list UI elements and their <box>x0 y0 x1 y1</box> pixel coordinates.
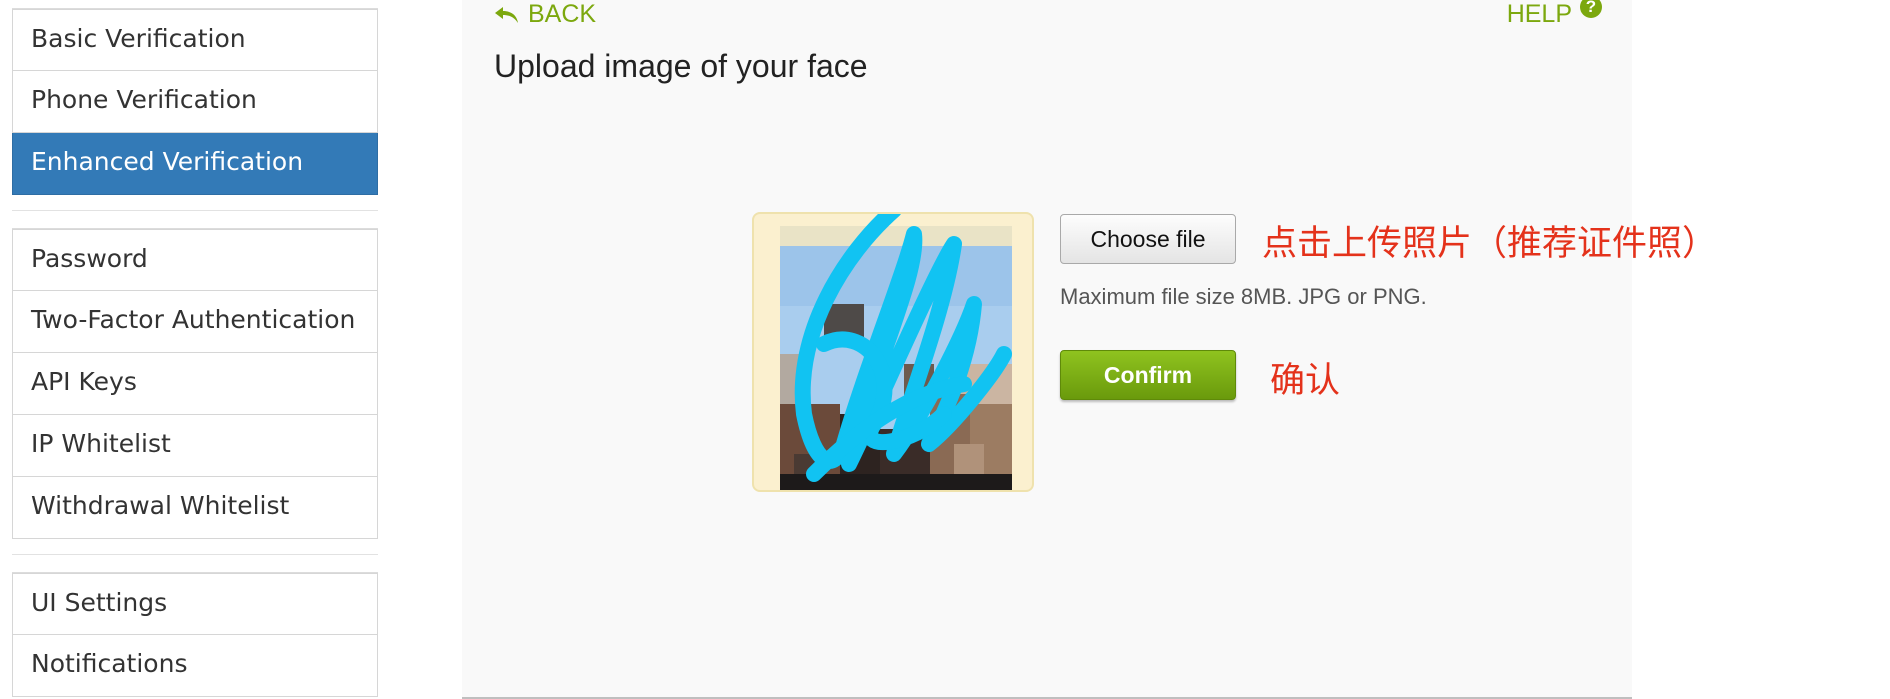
face-upload-panel: BACK HELP ? Upload image of your face Ch… <box>462 0 1717 699</box>
confirm-annotation: 确认 <box>1270 361 1341 401</box>
back-label: BACK <box>528 0 597 28</box>
choose-file-button[interactable]: Choose file <box>1060 214 1236 264</box>
settings-sidebar: Basic Verification Phone Verification En… <box>12 8 378 697</box>
face-photo-preview <box>752 212 1034 492</box>
help-label: HELP <box>1506 0 1572 28</box>
sidebar-item-api-keys[interactable]: API Keys <box>12 353 378 415</box>
security-nav-group: Password Two-Factor Authentication API K… <box>12 228 378 539</box>
confirm-button[interactable]: Confirm <box>1060 350 1236 400</box>
preferences-nav-group: UI Settings Notifications <box>12 572 378 697</box>
file-size-hint: Maximum file size 8MB. JPG or PNG. <box>1060 284 1427 309</box>
sidebar-item-two-factor-authentication[interactable]: Two-Factor Authentication <box>12 291 378 353</box>
sidebar-item-password[interactable]: Password <box>12 229 378 291</box>
upload-annotation: 点击上传照片（推荐证件照） <box>1262 224 1718 264</box>
sidebar-item-basic-verification[interactable]: Basic Verification <box>12 9 378 71</box>
question-circle-icon: ? <box>1580 0 1602 18</box>
help-link[interactable]: HELP ? <box>1507 0 1602 29</box>
back-link[interactable]: BACK <box>494 0 596 29</box>
sidebar-item-withdrawal-whitelist[interactable]: Withdrawal Whitelist <box>12 477 378 539</box>
sidebar-item-ui-settings[interactable]: UI Settings <box>12 573 378 635</box>
sidebar-divider <box>12 539 378 572</box>
sidebar-item-notifications[interactable]: Notifications <box>12 635 378 697</box>
page-title: Upload image of your face <box>494 48 868 84</box>
face-photo-image <box>780 214 1012 490</box>
sidebar-item-phone-verification[interactable]: Phone Verification <box>12 71 378 133</box>
sidebar-item-enhanced-verification[interactable]: Enhanced Verification <box>12 133 378 195</box>
sidebar-item-ip-whitelist[interactable]: IP Whitelist <box>12 415 378 477</box>
verification-nav-group: Basic Verification Phone Verification En… <box>12 8 378 195</box>
reply-arrow-icon <box>495 6 518 23</box>
sidebar-divider <box>12 195 378 228</box>
